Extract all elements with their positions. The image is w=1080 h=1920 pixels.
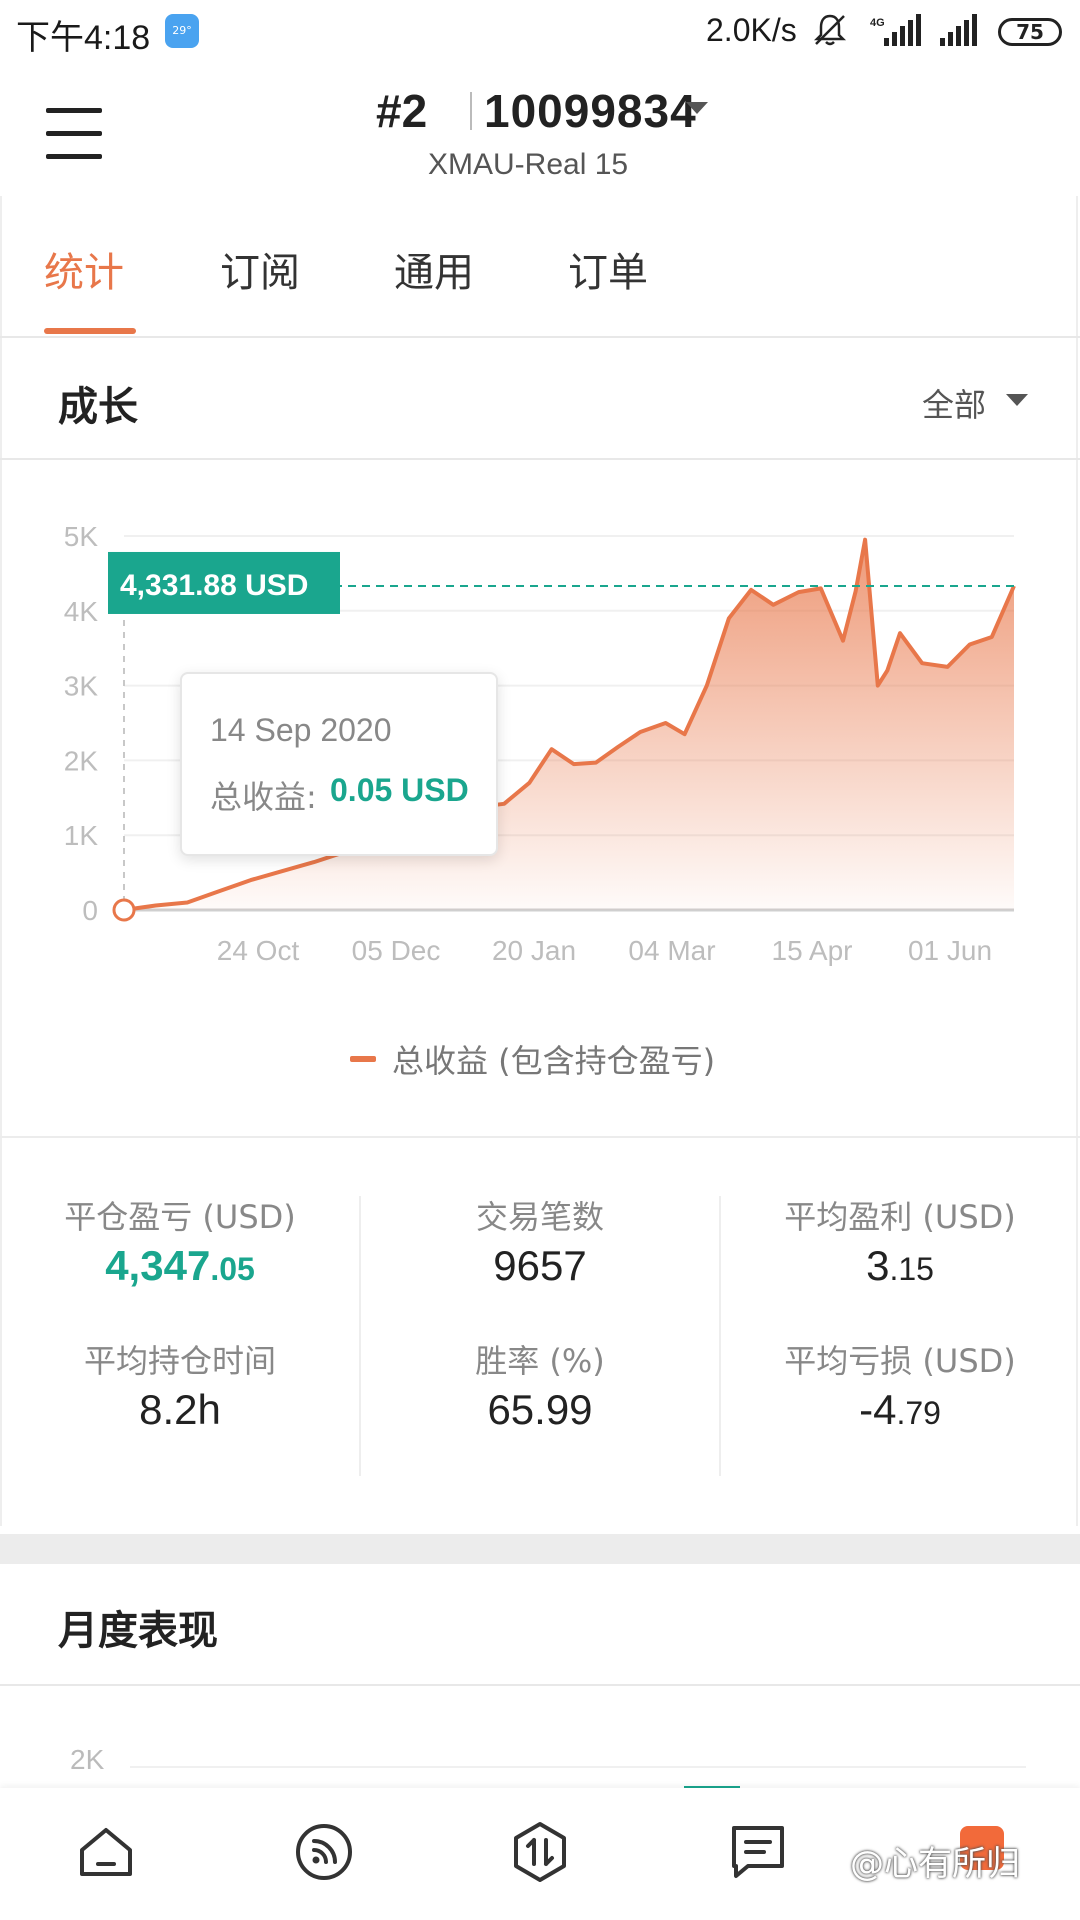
range-select[interactable]: 全部	[922, 380, 986, 426]
account-prefix[interactable]: #2	[376, 84, 427, 138]
x-tick-label: 01 Jun	[908, 935, 992, 966]
y-tick-label: 1K	[64, 820, 99, 851]
tab-subscribe[interactable]: 订阅	[220, 240, 300, 298]
tab-bar	[0, 200, 1080, 338]
column-divider	[719, 1196, 721, 1476]
growth-chart[interactable]: 0 1K 2K 3K 4K 5K 24 Oct 05 Dec 20 Jan 04 Mar 15 Ap…	[0, 460, 1080, 1120]
x-tick-label: 15 Apr	[772, 935, 853, 966]
stat-win-rate-label: 胜率 (%)	[475, 1342, 605, 1380]
growth-title: 成长	[58, 384, 138, 430]
cellular-signal-2-icon	[940, 14, 977, 46]
tab-stats[interactable]: 统计	[44, 240, 124, 298]
tab-active-indicator	[44, 328, 136, 334]
data-point-highlight	[112, 898, 136, 922]
y-tick-label: 4K	[64, 596, 99, 627]
x-tick-label: 04 Mar	[628, 935, 715, 966]
stat-win-rate-value: 65.99	[487, 1386, 593, 1433]
network-type-label: 4G	[870, 17, 885, 29]
battery-icon: 75	[998, 18, 1062, 46]
legend-swatch	[350, 1056, 376, 1062]
account-server: XMAU-Real 15	[428, 148, 629, 181]
monthly-title: 月度表现	[58, 1608, 218, 1654]
stat-avg-loss-value: -4.79	[859, 1386, 941, 1433]
cellular-signal-icon: 4G	[870, 14, 921, 46]
menu-icon[interactable]	[46, 108, 102, 160]
tooltip-value: 0.05 USD	[330, 772, 469, 808]
watermark: @心有所归	[850, 1844, 1020, 1884]
current-value-label: 4,331.88 USD	[120, 569, 308, 602]
chevron-down-icon[interactable]	[1006, 394, 1028, 406]
stat-avg-loss-label: 平均亏损 (USD)	[784, 1342, 1016, 1380]
tab-general[interactable]: 通用	[394, 240, 474, 298]
weather-icon: 29°	[165, 14, 199, 48]
tab-orders[interactable]: 订单	[568, 240, 648, 298]
status-time: 下午4:18	[16, 19, 151, 57]
stat-trades-value: 9657	[493, 1242, 587, 1289]
muted-bell-icon	[813, 14, 847, 46]
message-icon[interactable]	[726, 1820, 790, 1884]
home-icon[interactable]	[74, 1820, 138, 1884]
growth-section-header	[0, 338, 1080, 460]
x-tick-label: 24 Oct	[217, 935, 300, 966]
chevron-down-icon[interactable]	[686, 102, 708, 114]
y-tick-label: 0	[82, 895, 98, 926]
stat-closed-pnl-label: 平仓盈亏 (USD)	[64, 1198, 296, 1236]
divider	[0, 1136, 1080, 1138]
stat-avg-profit-label: 平均盈利 (USD)	[784, 1198, 1016, 1236]
chart-tooltip	[180, 672, 498, 856]
tooltip-label: 总收益:	[210, 778, 317, 816]
trade-icon[interactable]	[508, 1820, 572, 1884]
stat-trades-label: 交易笔数	[475, 1198, 604, 1236]
stat-avg-hold-value: 8.2h	[139, 1386, 221, 1433]
x-tick-label: 05 Dec	[352, 935, 441, 966]
network-speed: 2.0K/s	[706, 12, 797, 48]
stat-avg-profit-value: 3.15	[866, 1242, 934, 1289]
feed-icon[interactable]	[292, 1820, 356, 1884]
x-tick-label: 20 Jan	[492, 935, 576, 966]
tooltip-date: 14 Sep 2020	[210, 712, 392, 748]
column-divider	[359, 1196, 361, 1476]
stat-closed-pnl-value: 4,347.05	[105, 1242, 255, 1289]
y-tick-label: 2K	[64, 745, 99, 776]
section-gap	[0, 1534, 1080, 1564]
stat-avg-hold-label: 平均持仓时间	[83, 1342, 276, 1380]
account-separator	[470, 92, 472, 130]
y-tick-label: 3K	[64, 671, 99, 702]
account-id[interactable]: 10099834	[484, 84, 697, 138]
monthly-y-tick: 2K	[70, 1744, 105, 1775]
monthly-gridline	[130, 1766, 1026, 1768]
y-tick-label: 5K	[64, 521, 99, 552]
legend-label: 总收益 (包含持仓盈亏)	[392, 1042, 716, 1080]
